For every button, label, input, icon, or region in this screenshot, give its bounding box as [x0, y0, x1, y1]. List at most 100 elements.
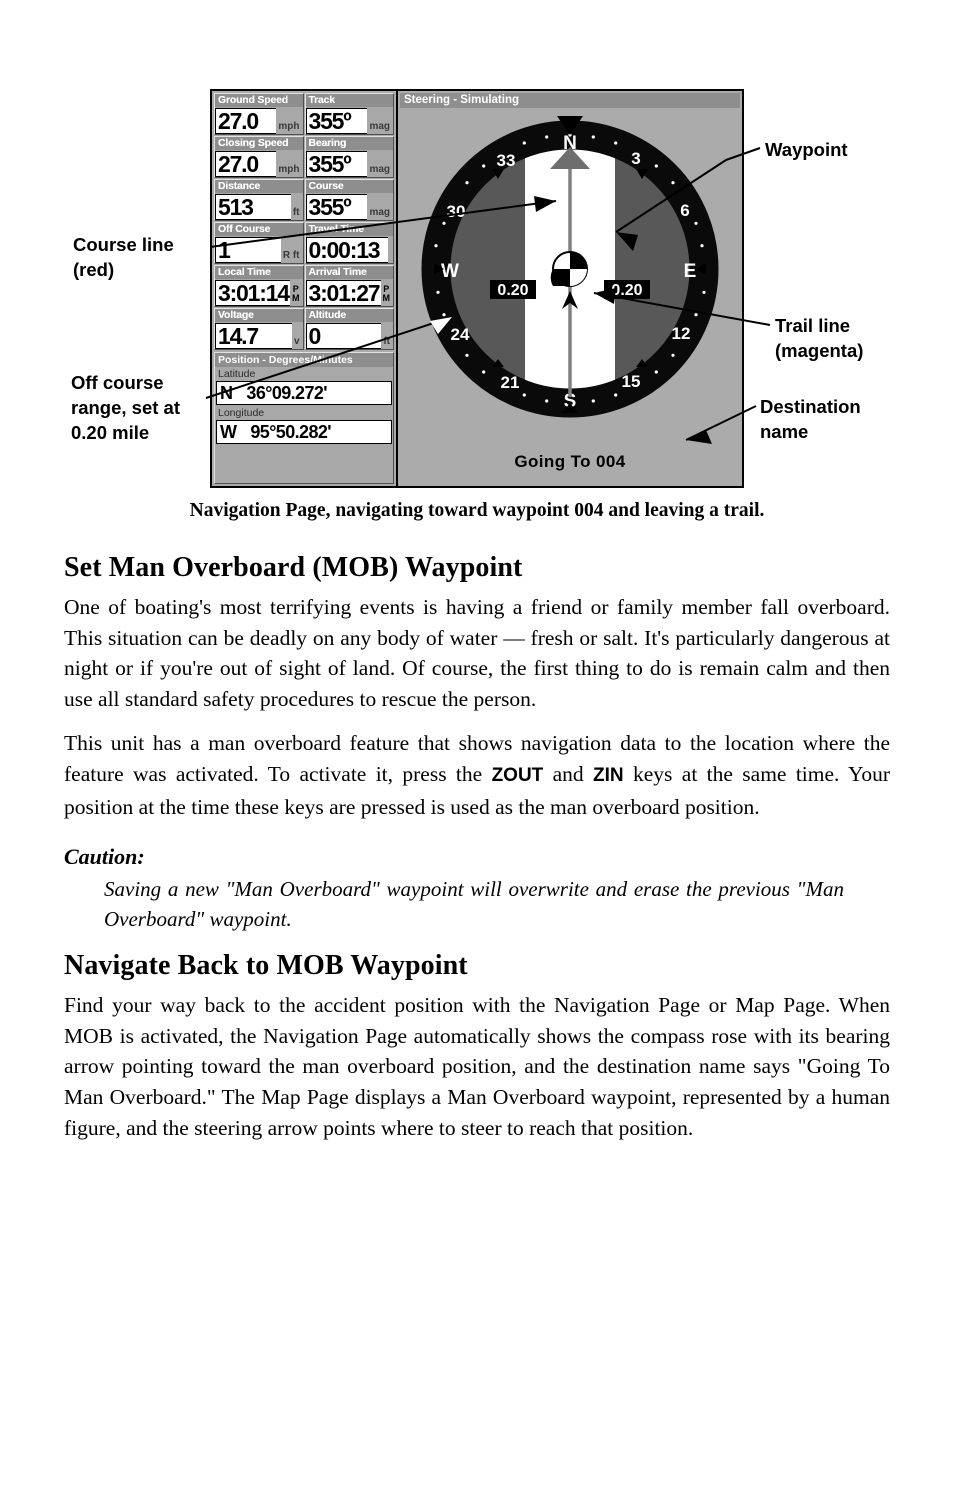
cell-number: 355º: [305, 194, 368, 220]
destination-name-display: Going To 004: [514, 452, 626, 471]
data-row: Off Course 1 R ft Travel Time 0:00:13: [214, 222, 394, 265]
figure-caption: Navigation Page, navigating toward waypo…: [189, 500, 765, 521]
cell-number: 355º: [305, 151, 368, 177]
compass-rose: N E S W 3 6 12 15 21 24 30 33 0.20 0.20: [398, 109, 742, 445]
data-cell-bearing: Bearing 355º mag: [304, 136, 394, 178]
data-cell-altitude: Altitude 0 ft: [304, 308, 394, 350]
callout-waypoint: Waypoint: [765, 137, 848, 162]
paragraph-2: This unit has a man overboard feature th…: [64, 728, 890, 822]
heading-navigate-back: Navigate Back to MOB Waypoint: [64, 950, 468, 982]
steering-title: Steering - Simulating: [400, 93, 740, 108]
callout-line: Off course: [71, 372, 164, 393]
cell-value: 1 R ft: [215, 236, 303, 263]
cell-value: 3:01:27 PM: [305, 279, 393, 306]
cell-label: Off Course: [215, 223, 303, 236]
position-header: Position - Degrees/Minutes: [215, 353, 393, 367]
tick-15: 15: [622, 372, 641, 391]
paragraph-2-text-b: and: [543, 761, 594, 786]
data-cell-local-time: Local Time 3:01:14 PM: [214, 265, 304, 307]
cell-unit: mag: [369, 164, 390, 175]
cell-number: 355º: [305, 108, 368, 134]
cell-unit: mag: [369, 121, 390, 132]
cell-value: 513 ft: [215, 193, 303, 220]
steering-panel: Steering - Simulating N E S W 3 6 12 15 …: [398, 91, 742, 486]
cell-label: Course: [305, 180, 393, 193]
tick-6: 6: [680, 201, 689, 220]
data-column: Ground Speed 27.0 mph Track 355º mag Clo…: [212, 91, 398, 486]
longitude-number: 95°50.282': [250, 422, 331, 442]
cell-unit: [388, 261, 392, 263]
callout-line: name: [760, 421, 809, 442]
cell-unit: mag: [369, 207, 390, 218]
latitude-hemisphere: N: [220, 383, 233, 403]
cell-value: 27.0 mph: [215, 107, 303, 134]
heading-set-mob-waypoint: Set Man Overboard (MOB) Waypoint: [64, 552, 523, 583]
cardinal-w: W: [441, 261, 459, 282]
article-body: Set Man Overboard (MOB) Waypoint One of …: [64, 536, 890, 1143]
cell-unit: v: [293, 336, 300, 347]
tick-21: 21: [501, 373, 520, 392]
cell-unit: R ft: [282, 250, 300, 261]
compass-rose-svg: N E S W 3 6 12 15 21 24 30 33 0.20 0.20: [398, 109, 742, 445]
key-zin: ZIN: [593, 764, 624, 786]
tick-12: 12: [672, 324, 691, 343]
longitude-value: W 95°50.282': [216, 420, 392, 444]
cell-value: 0 ft: [305, 322, 393, 349]
cell-number: 3:01:27: [305, 280, 381, 306]
cell-label: Local Time: [215, 266, 303, 279]
cell-number: 0:00:13: [305, 237, 388, 263]
cell-unit: mph: [278, 121, 300, 132]
paragraph-3: Find your way back to the accident posit…: [64, 993, 890, 1140]
cell-number: 513: [215, 194, 291, 220]
data-cell-distance: Distance 513 ft: [214, 179, 304, 221]
paragraph-1: One of boating's most terrifying events …: [64, 595, 890, 711]
caution-text: Saving a new "Man Overboard" waypoint wi…: [104, 877, 844, 932]
cell-label: Ground Speed: [215, 94, 303, 107]
cell-value: 3:01:14 PM: [215, 279, 303, 306]
cell-unit: PM: [382, 284, 391, 303]
cell-value: 0:00:13: [305, 236, 393, 263]
key-zout: ZOUT: [491, 764, 544, 786]
tick-30: 30: [447, 202, 466, 221]
data-row: Local Time 3:01:14 PM Arrival Time 3:01:…: [214, 265, 394, 308]
data-cell-voltage: Voltage 14.7 v: [214, 308, 304, 350]
tick-3: 3: [631, 149, 640, 168]
callout-line: Trail line: [775, 315, 851, 336]
position-block: Position - Degrees/Minutes Latitude N 36°…: [214, 352, 394, 484]
latitude-label: Latitude: [215, 367, 393, 381]
data-cell-arrival-time: Arrival Time 3:01:27 PM: [304, 265, 394, 307]
callout-line: 0.20 mile: [71, 422, 150, 443]
callout-line: (red): [73, 259, 115, 280]
data-cell-ground-speed: Ground Speed 27.0 mph: [214, 93, 304, 135]
longitude-label: Longitude: [215, 406, 393, 420]
cell-number: 14.7: [215, 323, 292, 349]
tick-24: 24: [451, 325, 470, 344]
cell-number: 3:01:14: [215, 280, 290, 306]
cell-number: 0: [305, 323, 382, 349]
callout-course-line: Course line (red): [73, 232, 213, 282]
latitude-number: 36°09.272': [246, 383, 327, 403]
cell-label: Closing Speed: [215, 137, 303, 150]
cell-label: Voltage: [215, 309, 303, 322]
cell-unit: ft: [383, 336, 390, 347]
callout-line: Waypoint: [765, 139, 848, 160]
callout-line: (magenta): [775, 340, 864, 361]
off-course-left-label: 0.20: [497, 282, 528, 299]
data-cell-off-course: Off Course 1 R ft: [214, 222, 304, 264]
callout-line: range, set at: [71, 397, 180, 418]
data-cell-course: Course 355º mag: [304, 179, 394, 221]
cell-unit: ft: [292, 207, 300, 218]
data-row: Ground Speed 27.0 mph Track 355º mag: [214, 93, 394, 136]
cell-value: 14.7 v: [215, 322, 303, 349]
tick-33: 33: [497, 151, 516, 170]
cell-label: Track: [305, 94, 393, 107]
caution-label: Caution:: [64, 844, 145, 870]
data-cell-closing-speed: Closing Speed 27.0 mph: [214, 136, 304, 178]
callout-line: Destination: [760, 396, 861, 417]
cell-number: 27.0: [215, 151, 277, 177]
off-course-right-label: 0.20: [611, 282, 642, 299]
cell-number: 27.0: [215, 108, 277, 134]
cell-unit: PM: [292, 284, 300, 303]
cardinal-e: E: [684, 261, 697, 282]
callout-line: Course line: [73, 234, 174, 255]
